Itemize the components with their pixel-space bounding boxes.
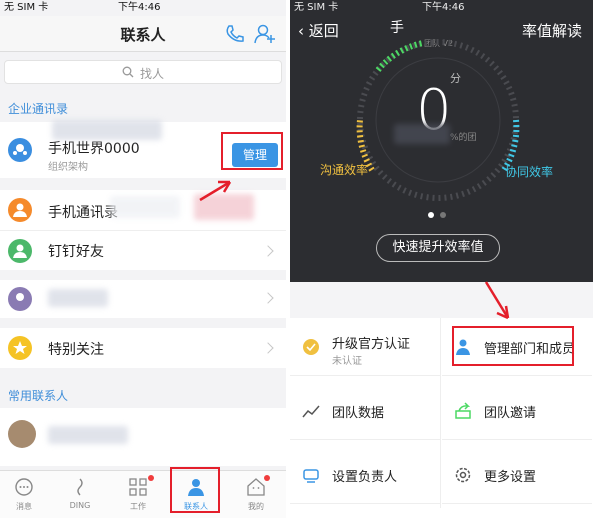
contacts-screen: 无 SIM 卡 下午4:46 联系人 找人 企业通讯录 手机世界0000 组织架… xyxy=(0,0,286,518)
screenshot-composite: 无 SIM 卡 下午4:46 联系人 找人 企业通讯录 手机世界0000 组织架… xyxy=(0,0,593,518)
team-efficiency-screen: 无 SIM 卡 下午4:46 ‹ 返回 手 率值解读 团队 V2 分 0 %的团… xyxy=(290,0,593,518)
red-arrow-icon xyxy=(484,281,510,320)
red-arrow-icon xyxy=(199,180,232,202)
